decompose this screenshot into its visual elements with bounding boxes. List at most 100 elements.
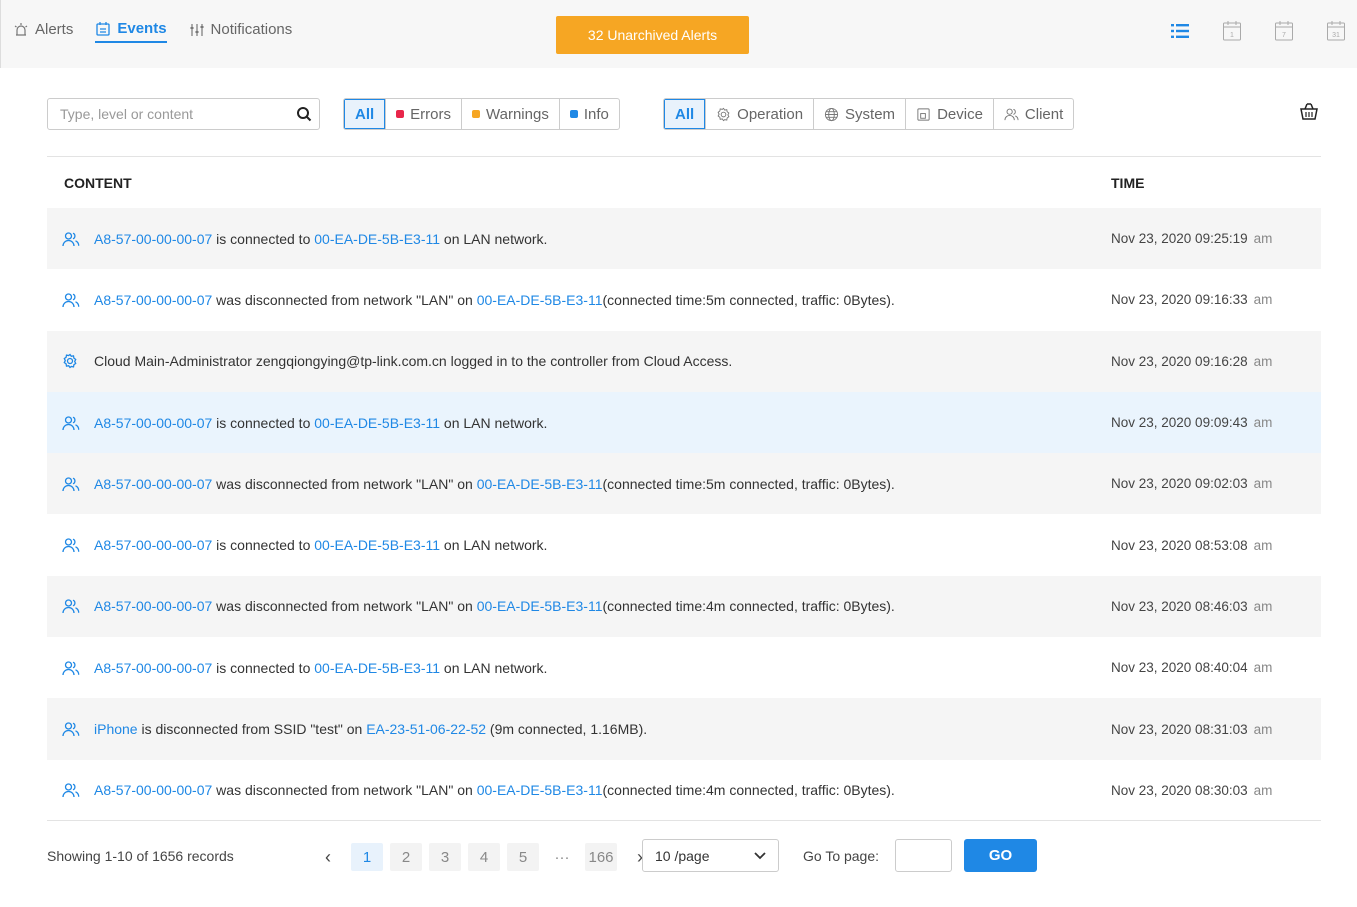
client-icon bbox=[62, 660, 82, 676]
event-link[interactable]: 00-EA-DE-5B-E3-11 bbox=[477, 782, 603, 798]
page-4[interactable]: 4 bbox=[468, 843, 500, 871]
event-timestamp: Nov 23, 2020 08:46:03 bbox=[1111, 598, 1248, 614]
level-filter-info-label: Info bbox=[583, 105, 609, 123]
event-content: A8-57-00-00-00-07 was disconnected from … bbox=[47, 476, 1111, 492]
event-link[interactable]: iPhone bbox=[94, 721, 138, 737]
table-row[interactable]: A8-57-00-00-00-07 is connected to 00-EA-… bbox=[47, 208, 1321, 270]
table-row[interactable]: A8-57-00-00-00-07 is connected to 00-EA-… bbox=[47, 514, 1321, 575]
top-bar: Alerts Events Notifications 32 Unarchive… bbox=[0, 0, 1357, 68]
event-link[interactable]: 00-EA-DE-5B-E3-11 bbox=[477, 476, 603, 492]
event-content: A8-57-00-00-00-07 is connected to 00-EA-… bbox=[47, 537, 1111, 553]
event-link[interactable]: A8-57-00-00-00-07 bbox=[94, 231, 212, 247]
calendar-list-icon bbox=[95, 21, 111, 37]
table-row[interactable]: A8-57-00-00-00-07 was disconnected from … bbox=[47, 269, 1321, 330]
client-icon bbox=[62, 476, 82, 492]
column-header-time[interactable]: TIME bbox=[1111, 175, 1144, 191]
tab-notifications[interactable]: Notifications bbox=[189, 20, 292, 43]
search-icon[interactable] bbox=[289, 106, 319, 122]
level-filter-all[interactable]: All bbox=[344, 99, 386, 129]
client-icon bbox=[62, 598, 82, 614]
search-box bbox=[47, 98, 320, 130]
table-row[interactable]: A8-57-00-00-00-07 is connected to 00-EA-… bbox=[47, 391, 1321, 454]
table-row[interactable]: A8-57-00-00-00-07 was disconnected from … bbox=[47, 575, 1321, 638]
unarchived-alerts-button[interactable]: 32 Unarchived Alerts bbox=[556, 16, 749, 54]
type-filter-system-label: System bbox=[845, 105, 896, 123]
event-ampm: am bbox=[1253, 353, 1273, 369]
client-icon bbox=[62, 292, 82, 308]
events-table: CONTENT TIME A8-57-00-00-00-07 is connec… bbox=[47, 156, 1321, 821]
type-filter-client-label: Client bbox=[1024, 105, 1064, 123]
page-ellipsis[interactable]: ··· bbox=[546, 843, 578, 871]
chevron-down-icon bbox=[754, 851, 766, 860]
goto-page-input[interactable] bbox=[895, 839, 952, 872]
calendar-month-icon[interactable]: 31 bbox=[1325, 18, 1347, 44]
event-timestamp: Nov 23, 2020 09:25:19 bbox=[1111, 231, 1248, 247]
page-last[interactable]: 166 bbox=[585, 843, 617, 871]
level-filter-info[interactable]: Info bbox=[558, 99, 619, 129]
info-dot-icon bbox=[569, 110, 578, 118]
event-link[interactable]: 00-EA-DE-5B-E3-11 bbox=[314, 660, 440, 676]
event-text: on LAN network. bbox=[440, 659, 548, 676]
event-link[interactable]: A8-57-00-00-00-07 bbox=[94, 476, 212, 492]
type-filter-system[interactable]: System bbox=[813, 99, 905, 129]
alarm-icon bbox=[13, 22, 29, 38]
table-row[interactable]: iPhone is disconnected from SSID "test" … bbox=[47, 698, 1321, 760]
pagination-bar: Showing 1-10 of 1656 records ‹ 1 2 3 4 5… bbox=[47, 820, 1321, 890]
event-link[interactable]: A8-57-00-00-00-07 bbox=[94, 537, 212, 553]
level-filter-errors[interactable]: Errors bbox=[385, 99, 461, 129]
clear-basket-icon[interactable] bbox=[1298, 100, 1320, 122]
page-1[interactable]: 1 bbox=[351, 843, 383, 871]
table-row[interactable]: A8-57-00-00-00-07 is connected to 00-EA-… bbox=[47, 637, 1321, 698]
event-link[interactable]: 00-EA-DE-5B-E3-11 bbox=[314, 415, 440, 431]
table-row[interactable]: Cloud Main-Administrator zengqiongying@t… bbox=[47, 330, 1321, 392]
tab-events[interactable]: Events bbox=[95, 20, 167, 43]
event-link[interactable]: A8-57-00-00-00-07 bbox=[94, 292, 212, 308]
type-filter-device-label: Device bbox=[937, 105, 983, 123]
per-page-select[interactable]: 10 /page bbox=[642, 839, 779, 872]
type-filter-device[interactable]: Device bbox=[905, 99, 993, 129]
event-text: is connected to bbox=[212, 537, 315, 554]
search-input[interactable] bbox=[48, 100, 289, 128]
client-icon bbox=[62, 721, 82, 737]
event-link[interactable]: EA-23-51-06-22-52 bbox=[366, 721, 486, 737]
column-header-content[interactable]: CONTENT bbox=[47, 175, 1111, 191]
event-content: A8-57-00-00-00-07 was disconnected from … bbox=[47, 598, 1111, 614]
prev-page-icon[interactable]: ‹ bbox=[312, 843, 344, 871]
go-button[interactable]: GO bbox=[964, 839, 1037, 872]
calendar-week-icon[interactable]: 7 bbox=[1273, 18, 1295, 44]
list-view-icon[interactable] bbox=[1169, 18, 1191, 44]
event-link[interactable]: A8-57-00-00-00-07 bbox=[94, 782, 212, 798]
tab-alerts[interactable]: Alerts bbox=[13, 20, 73, 43]
event-timestamp: Nov 23, 2020 09:09:43 bbox=[1111, 415, 1248, 431]
pager: ‹ 1 2 3 4 5 ··· 166 › bbox=[312, 843, 656, 871]
event-ampm: am bbox=[1253, 537, 1273, 553]
event-link[interactable]: A8-57-00-00-00-07 bbox=[94, 660, 212, 676]
page-5[interactable]: 5 bbox=[507, 843, 539, 871]
event-time: Nov 23, 2020 08:53:08 am bbox=[1111, 538, 1272, 553]
level-filter-warnings[interactable]: Warnings bbox=[461, 99, 559, 129]
event-content: A8-57-00-00-00-07 is connected to 00-EA-… bbox=[47, 660, 1111, 676]
event-link[interactable]: 00-EA-DE-5B-E3-11 bbox=[477, 292, 603, 308]
event-ampm: am bbox=[1253, 415, 1273, 431]
type-filter-client[interactable]: Client bbox=[992, 99, 1073, 129]
page-2[interactable]: 2 bbox=[390, 843, 422, 871]
svg-text:31: 31 bbox=[1332, 32, 1340, 39]
event-link[interactable]: 00-EA-DE-5B-E3-11 bbox=[314, 231, 440, 247]
event-ampm: am bbox=[1253, 660, 1273, 676]
event-link[interactable]: 00-EA-DE-5B-E3-11 bbox=[314, 537, 440, 553]
globe-icon bbox=[824, 107, 839, 122]
type-filter-operation-label: Operation bbox=[737, 105, 804, 123]
event-link[interactable]: A8-57-00-00-00-07 bbox=[94, 598, 212, 614]
table-row[interactable]: A8-57-00-00-00-07 was disconnected from … bbox=[47, 453, 1321, 515]
calendar-day-icon[interactable]: 1 bbox=[1221, 18, 1243, 44]
sliders-icon bbox=[189, 22, 205, 38]
client-icon bbox=[62, 537, 82, 553]
error-dot-icon bbox=[396, 110, 405, 118]
type-filter-operation[interactable]: Operation bbox=[705, 99, 813, 129]
event-link[interactable]: A8-57-00-00-00-07 bbox=[94, 415, 212, 431]
event-link[interactable]: 00-EA-DE-5B-E3-11 bbox=[477, 598, 603, 614]
page-3[interactable]: 3 bbox=[429, 843, 461, 871]
type-filter-all[interactable]: All bbox=[664, 99, 706, 129]
table-row[interactable]: A8-57-00-00-00-07 was disconnected from … bbox=[47, 760, 1321, 821]
level-filter-errors-label: Errors bbox=[410, 105, 452, 123]
